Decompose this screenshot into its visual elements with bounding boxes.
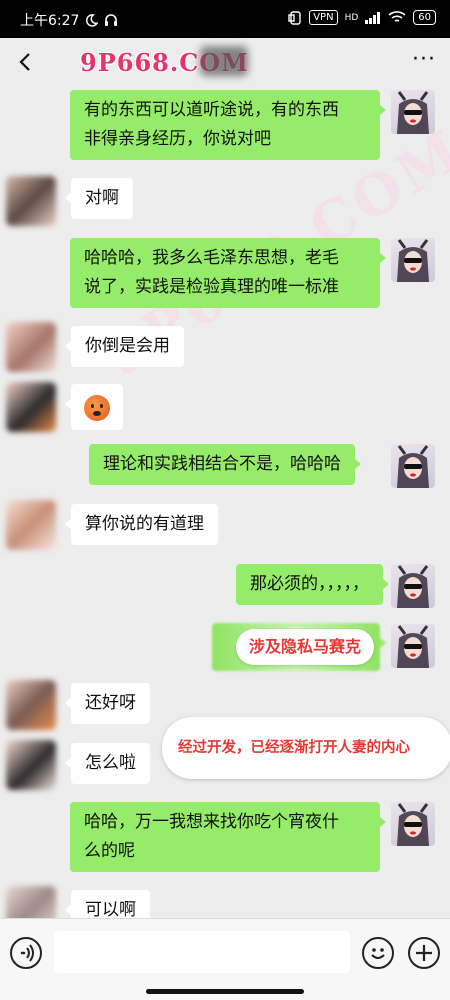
wifi-icon [388, 11, 406, 22]
message-bubble-left[interactable]: 算你说的有道理 [65, 504, 218, 545]
message-text: 怎么啦 [85, 753, 136, 773]
more-functions-icon[interactable] [408, 937, 440, 969]
message-text: 哈哈，万一我想来找你吃个宵夜什 [84, 812, 339, 832]
my-avatar[interactable] [391, 238, 435, 282]
message-bubble-right[interactable]: 哈哈，万一我想来找你吃个宵夜什 么的呢 [70, 802, 386, 872]
message-text: 算你说的有道理 [85, 514, 204, 534]
home-indicator[interactable] [146, 989, 304, 994]
contact-avatar[interactable] [6, 176, 56, 226]
contact-avatar[interactable] [6, 500, 56, 550]
status-time-group: 上午6:27 [20, 10, 118, 30]
screen-cast-icon [288, 10, 301, 25]
emoji-picker-icon[interactable] [362, 937, 394, 969]
message-bubble-left[interactable]: 怎么啦 [65, 743, 150, 784]
message-bubble-left[interactable]: 你倒是会用 [65, 326, 184, 367]
my-avatar[interactable] [391, 624, 435, 668]
contact-avatar[interactable] [6, 382, 56, 432]
censor-label: 涉及隐私马赛克 [236, 629, 374, 665]
message-bubble-left[interactable] [65, 384, 123, 430]
moon-icon [86, 13, 99, 27]
annotation-label: 经过开发，已经逐渐打开人妻的内心 [162, 717, 450, 779]
message-text: 对啊 [85, 188, 119, 208]
status-right-group: VPN HD 60 [288, 10, 436, 25]
my-avatar[interactable] [391, 90, 435, 134]
message-bubble-right[interactable]: 哈哈哈，我多么毛泽东思想，老毛 说了，实践是检验真理的唯一标准 [70, 238, 386, 308]
message-text: 那必须的，，，，， [250, 574, 369, 594]
title-mosaic [200, 46, 248, 76]
status-bar: 上午6:27 VPN HD 60 [0, 0, 450, 38]
battery-indicator: 60 [413, 10, 436, 25]
message-text: 还好呀 [85, 693, 136, 713]
vpn-badge: VPN [309, 10, 338, 25]
message-text: 哈哈哈，我多么毛泽东思想，老毛 [84, 248, 339, 268]
back-arrow-icon[interactable] [12, 48, 40, 76]
message-text: 么的呢 [84, 841, 135, 861]
status-time: 上午6:27 [20, 13, 80, 29]
contact-avatar[interactable] [6, 322, 56, 372]
my-avatar[interactable] [391, 564, 435, 608]
message-text: 非得亲身经历，你说对吧 [84, 129, 271, 149]
my-avatar[interactable] [391, 802, 435, 846]
shy-face-emoji-icon [84, 395, 110, 421]
signal-icon [365, 11, 381, 24]
input-bar [0, 918, 450, 1000]
message-text: 理论和实践相结合不是，哈哈哈 [103, 454, 341, 474]
network-type: HD [344, 12, 359, 23]
more-options-icon[interactable]: ··· [412, 49, 436, 71]
my-avatar[interactable] [391, 444, 435, 488]
chat-header: 9P668.COM ··· [0, 38, 450, 86]
headphones-icon [105, 14, 118, 26]
message-bubble-right[interactable]: 理论和实践相结合不是，哈哈哈 [89, 444, 361, 485]
message-input[interactable] [54, 931, 350, 973]
message-text: 说了，实践是检验真理的唯一标准 [84, 277, 339, 297]
voice-input-icon[interactable] [10, 937, 42, 969]
message-bubble-left[interactable]: 对啊 [65, 178, 133, 219]
contact-avatar[interactable] [6, 740, 56, 790]
message-text: 有的东西可以道听途说，有的东西 [84, 100, 339, 120]
message-bubble-left[interactable]: 还好呀 [65, 683, 150, 724]
contact-avatar[interactable] [6, 680, 56, 730]
message-text: 你倒是会用 [85, 336, 170, 356]
message-bubble-right[interactable]: 那必须的，，，，， [236, 564, 389, 605]
message-bubble-right[interactable]: 有的东西可以道听途说，有的东西 非得亲身经历，你说对吧 [70, 90, 386, 160]
